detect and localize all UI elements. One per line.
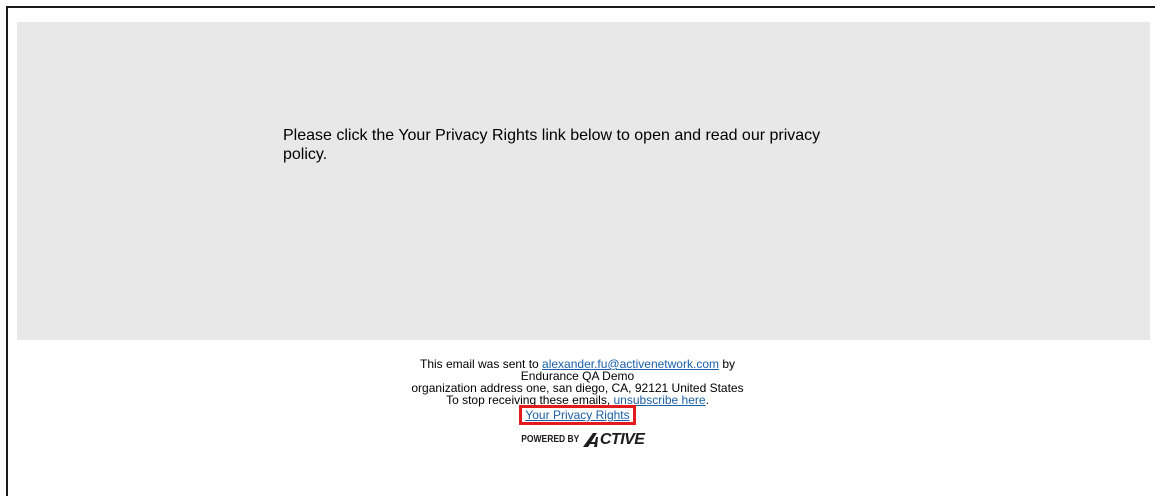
message-panel: Please click the Your Privacy Rights lin… xyxy=(17,22,1150,340)
privacy-message: Please click the Your Privacy Rights lin… xyxy=(283,127,821,163)
active-brand-text: CTIVE xyxy=(599,431,645,448)
unsubscribe-suffix: . xyxy=(705,393,709,407)
email-footer: This email was sent to alexander.fu@acti… xyxy=(0,357,1155,448)
powered-line: POWERED BY CTIVE xyxy=(0,425,1155,448)
active-brand: CTIVE xyxy=(582,431,645,448)
privacy-highlight-box: Your Privacy Rights xyxy=(519,405,636,425)
sent-suffix: by xyxy=(718,357,735,371)
powered-by-active-logo[interactable]: POWERED BY CTIVE xyxy=(511,431,645,448)
privacy-line: Your Privacy Rights xyxy=(0,405,1155,425)
powered-by-text: POWERED BY xyxy=(520,434,579,445)
active-a-mark-icon xyxy=(582,433,598,447)
privacy-rights-link[interactable]: Your Privacy Rights xyxy=(525,408,629,422)
